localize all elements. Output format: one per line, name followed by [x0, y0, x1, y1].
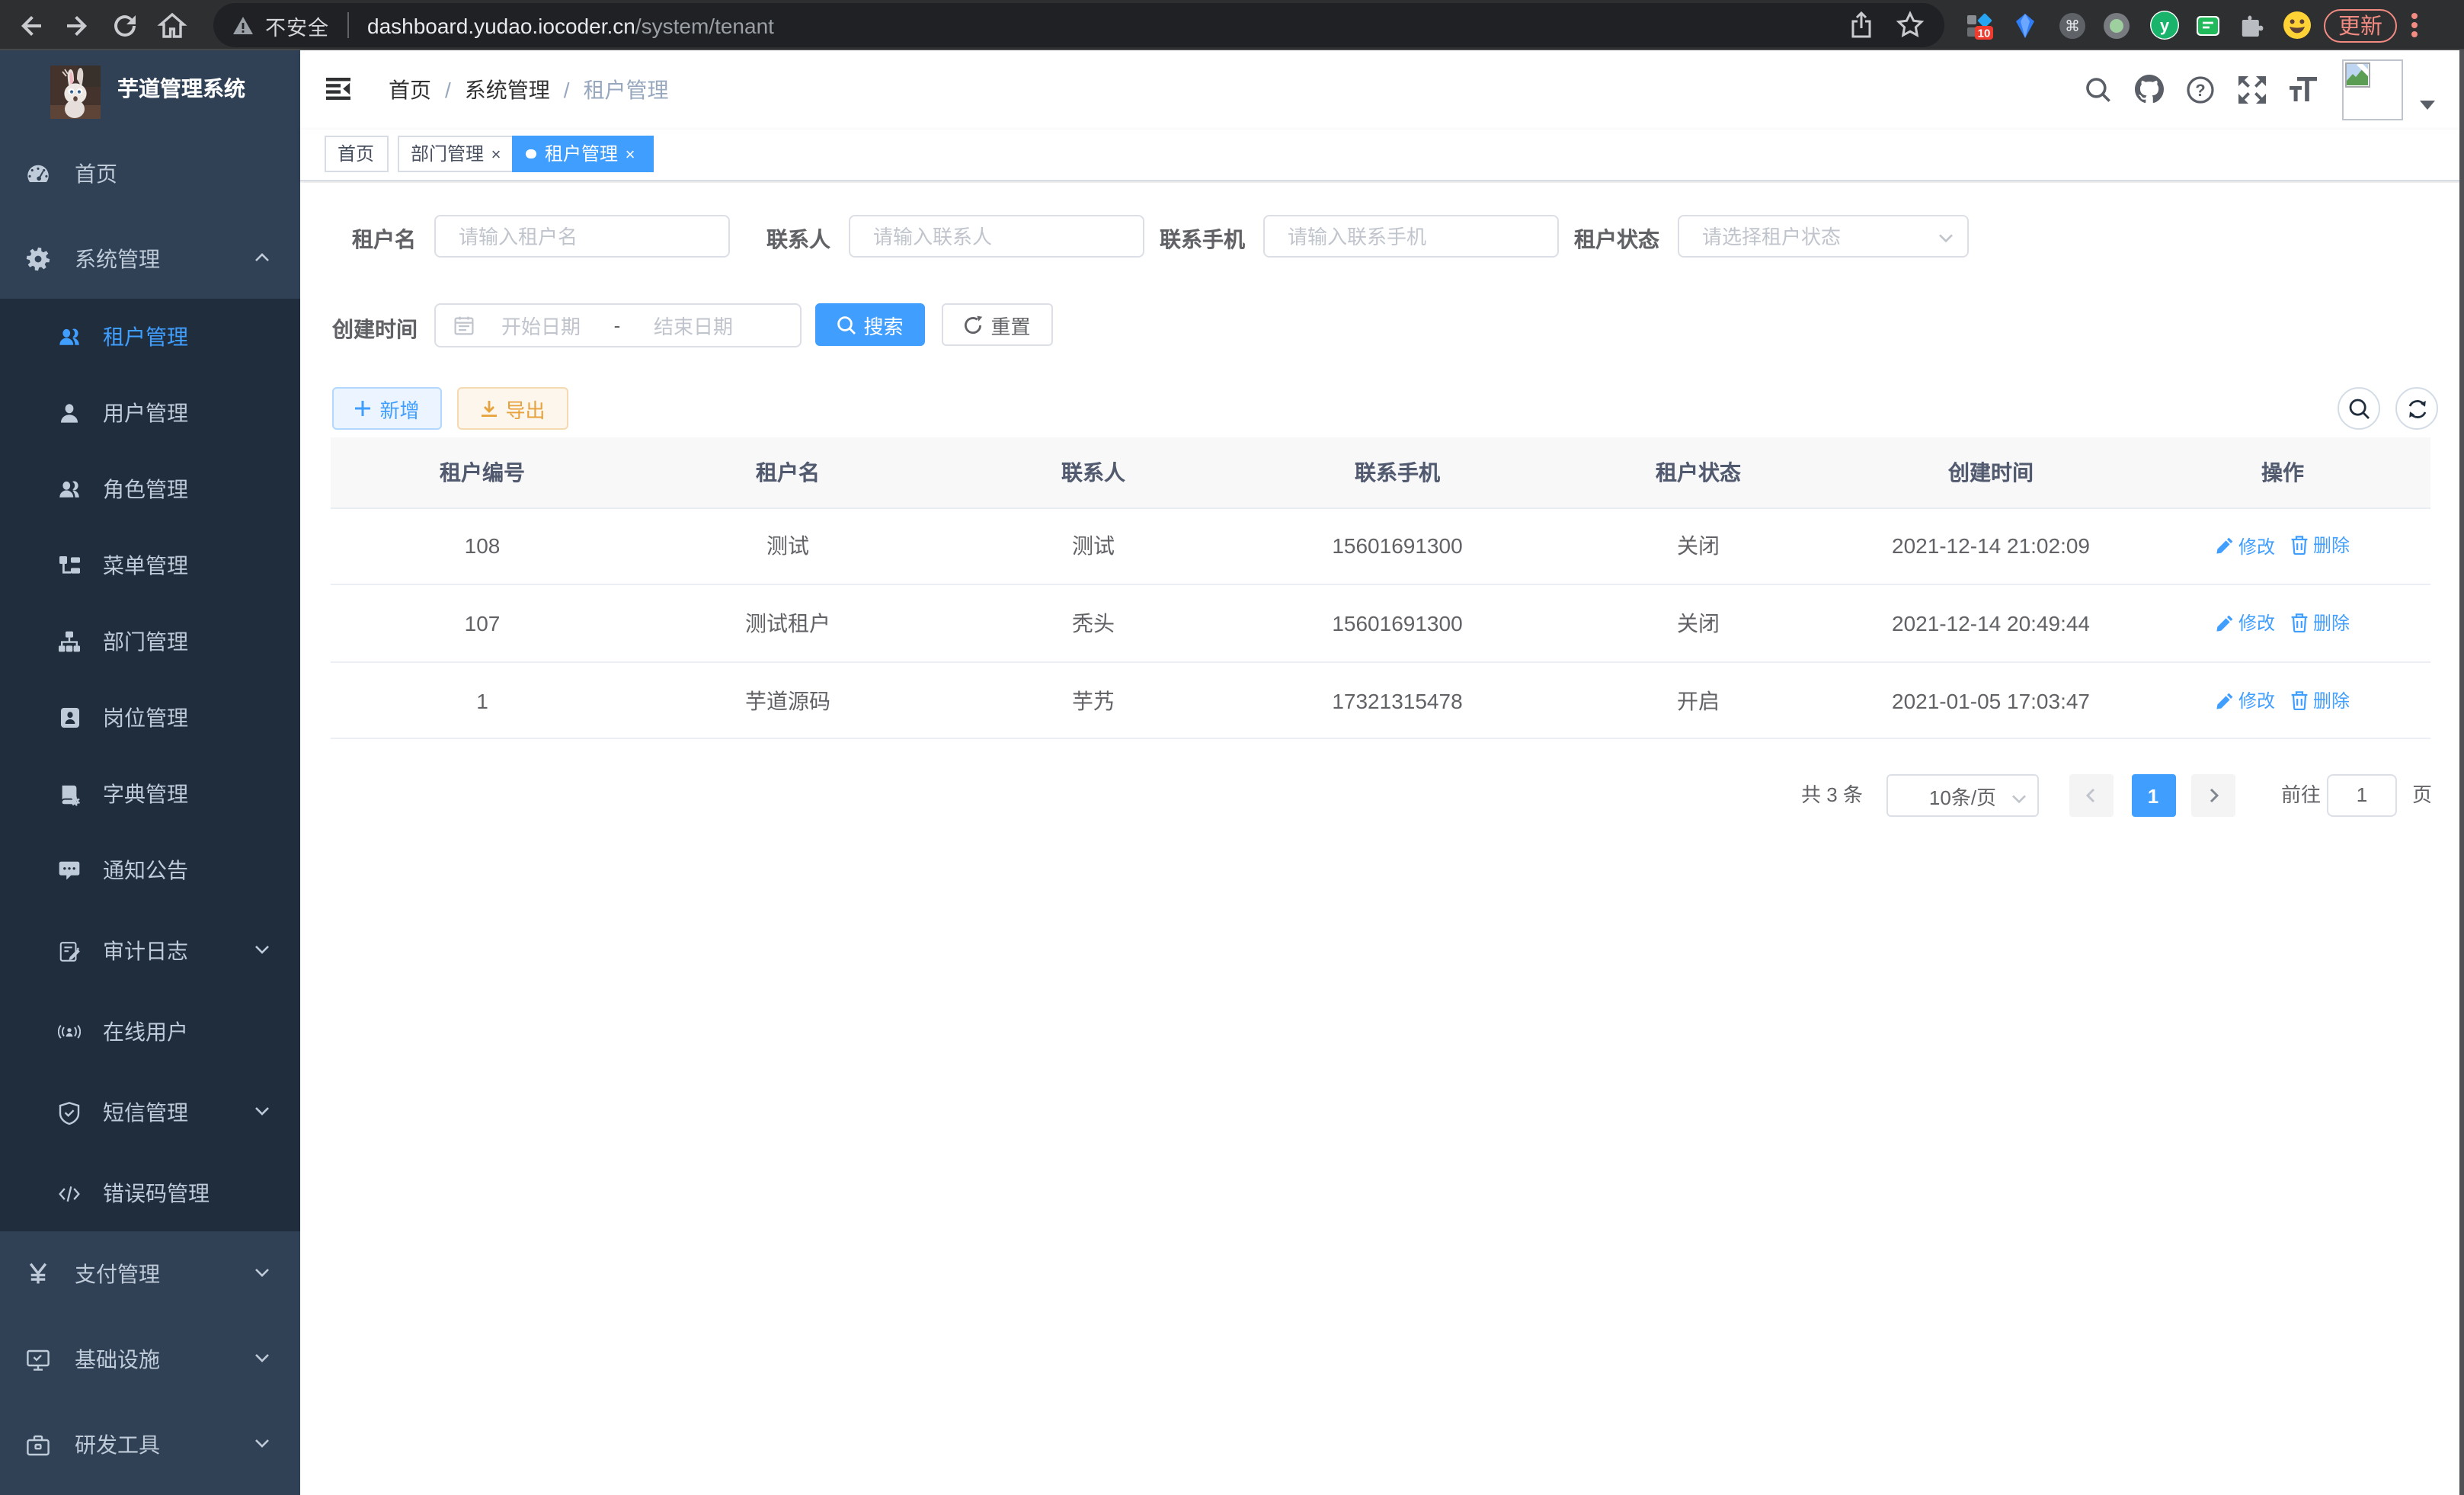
svg-text:?: ?: [2195, 81, 2205, 100]
svg-text:⌘: ⌘: [2064, 18, 2079, 34]
svg-text:y: y: [2159, 16, 2169, 35]
svg-text:10: 10: [1978, 26, 1991, 39]
